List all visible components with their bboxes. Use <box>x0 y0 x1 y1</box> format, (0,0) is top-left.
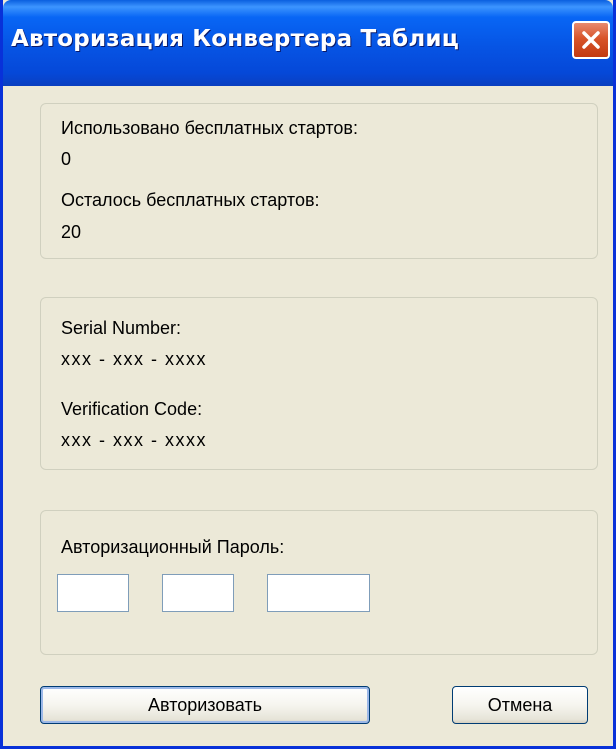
password-field-1[interactable] <box>57 574 129 612</box>
verification-code-value: xxx - xxx - xxxx <box>61 430 207 450</box>
window-title: Авторизация Конвертера Таблиц <box>11 26 459 52</box>
serial-number-label: Serial Number: <box>61 318 182 338</box>
remaining-starts-value: 20 <box>61 222 82 242</box>
codes-group: Serial Number: xxx - xxx - xxxx Verifica… <box>40 297 598 470</box>
password-field-3[interactable] <box>267 574 370 612</box>
usage-group: Использовано бесплатных стартов: 0 Остал… <box>40 103 598 259</box>
serial-number-value: xxx - xxx - xxxx <box>61 349 207 369</box>
remaining-starts-label: Осталось бесплатных стартов: <box>61 190 320 210</box>
password-label: Авторизационный Пароль: <box>61 537 285 557</box>
title-bar[interactable]: Авторизация Конвертера Таблиц <box>3 0 613 86</box>
verification-code-label: Verification Code: <box>61 399 203 419</box>
close-icon <box>582 31 600 49</box>
authorize-button[interactable]: Авторизовать <box>40 686 370 724</box>
close-button[interactable] <box>572 21 610 59</box>
auth-dialog-window: Авторизация Конвертера Таблиц Использова… <box>0 0 616 749</box>
cancel-button[interactable]: Отмена <box>452 686 588 724</box>
password-field-2[interactable] <box>162 574 234 612</box>
password-group: Авторизационный Пароль: <box>40 510 598 655</box>
used-starts-label: Использовано бесплатных стартов: <box>61 118 358 138</box>
used-starts-value: 0 <box>61 149 72 169</box>
